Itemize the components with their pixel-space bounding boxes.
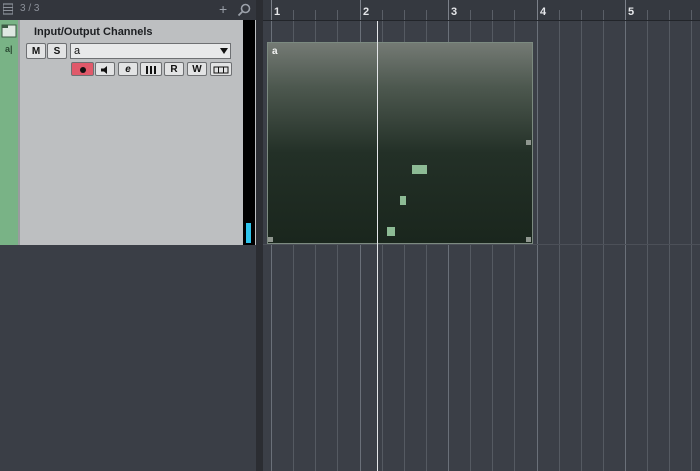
ruler-beat-tick: [404, 10, 405, 20]
midi-note[interactable]: [400, 196, 406, 205]
ruler-bar-tick: [625, 0, 626, 20]
track-separator: [263, 244, 700, 245]
divider: [18, 20, 20, 245]
write-automation-button[interactable]: W: [187, 62, 207, 76]
record-enable-button[interactable]: [71, 62, 94, 76]
lanes-icon: [213, 66, 229, 74]
search-icon[interactable]: [237, 3, 251, 17]
monitor-icon: [101, 66, 107, 74]
piano-icon: [146, 66, 156, 74]
ruler-bar-tick: [537, 0, 538, 20]
edit-button[interactable]: e: [118, 62, 138, 76]
midi-part[interactable]: a: [267, 42, 533, 244]
ruler-bar-number: 5: [628, 6, 635, 18]
ruler-beat-tick: [315, 10, 316, 20]
grid-bar-line: [537, 21, 538, 471]
ruler-bar-number: 1: [274, 6, 281, 18]
ruler-beat-tick: [293, 10, 294, 20]
ruler-beat-tick: [559, 10, 560, 20]
ruler-bar-tick: [448, 0, 449, 20]
midi-note[interactable]: [387, 227, 395, 236]
project-cursor[interactable]: [377, 21, 378, 471]
track-list-header: 3 / 3 +: [0, 0, 256, 20]
splitter[interactable]: [256, 0, 263, 471]
midi-note[interactable]: [412, 165, 427, 174]
mute-button[interactable]: M: [26, 43, 46, 59]
grid-beat-line: [559, 21, 560, 471]
grid-beat-line: [691, 21, 692, 471]
track-count: 3 / 3: [20, 3, 40, 14]
part-handle[interactable]: [268, 237, 273, 242]
strip-mark: a|: [5, 44, 13, 54]
grid-beat-line: [581, 21, 582, 471]
list-icon[interactable]: [3, 3, 13, 15]
ruler-beat-tick: [669, 10, 670, 20]
level-meter-fill: [246, 223, 251, 243]
ruler-beat-tick: [492, 10, 493, 20]
record-icon: [79, 67, 86, 73]
timeline-ruler[interactable]: 1 2 3 4 5: [263, 0, 700, 20]
track-row[interactable]: a| Input/Output Channels M S a e R W: [0, 20, 256, 245]
ruler-beat-tick: [426, 10, 427, 20]
arrange-area[interactable]: a: [263, 21, 700, 471]
grid-bar-line: [625, 21, 626, 471]
read-automation-button[interactable]: R: [164, 62, 184, 76]
ruler-bar-number: 2: [363, 6, 370, 18]
ruler-bar-tick: [271, 0, 272, 20]
ruler-beat-tick: [382, 10, 383, 20]
ruler-bar-tick: [360, 0, 361, 20]
level-meter: [243, 20, 255, 245]
grid-beat-line: [647, 21, 648, 471]
output-routing-value: a: [74, 45, 81, 57]
ruler-beat-tick: [514, 10, 515, 20]
part-handle[interactable]: [526, 237, 531, 242]
ruler-beat-tick: [337, 10, 338, 20]
grid-beat-line: [669, 21, 670, 471]
solo-button[interactable]: S: [47, 43, 67, 59]
part-name: a: [272, 46, 278, 57]
ruler-beat-tick: [691, 10, 692, 20]
add-icon[interactable]: +: [219, 0, 227, 18]
ruler-beat-tick: [647, 10, 648, 20]
keyboard-button[interactable]: [140, 62, 162, 76]
ruler-beat-tick: [581, 10, 582, 20]
grid-beat-line: [603, 21, 604, 471]
track-list: 3 / 3 + a| Input/Output Channels M S a e…: [0, 0, 256, 471]
dropdown-arrow-icon: [220, 48, 228, 54]
ruler-bar-number: 3: [451, 6, 458, 18]
track-name[interactable]: Input/Output Channels: [34, 26, 153, 38]
ruler-beat-tick: [603, 10, 604, 20]
ruler-beat-tick: [470, 10, 471, 20]
ruler-bar-number: 4: [540, 6, 547, 18]
track-color-strip[interactable]: a|: [0, 20, 18, 245]
edit-icon: e: [125, 64, 131, 75]
output-routing-select[interactable]: a: [70, 43, 231, 59]
part-handle[interactable]: [526, 140, 531, 145]
folder-icon[interactable]: [1, 24, 17, 38]
lanes-button[interactable]: [210, 62, 232, 76]
monitor-button[interactable]: [95, 62, 115, 76]
